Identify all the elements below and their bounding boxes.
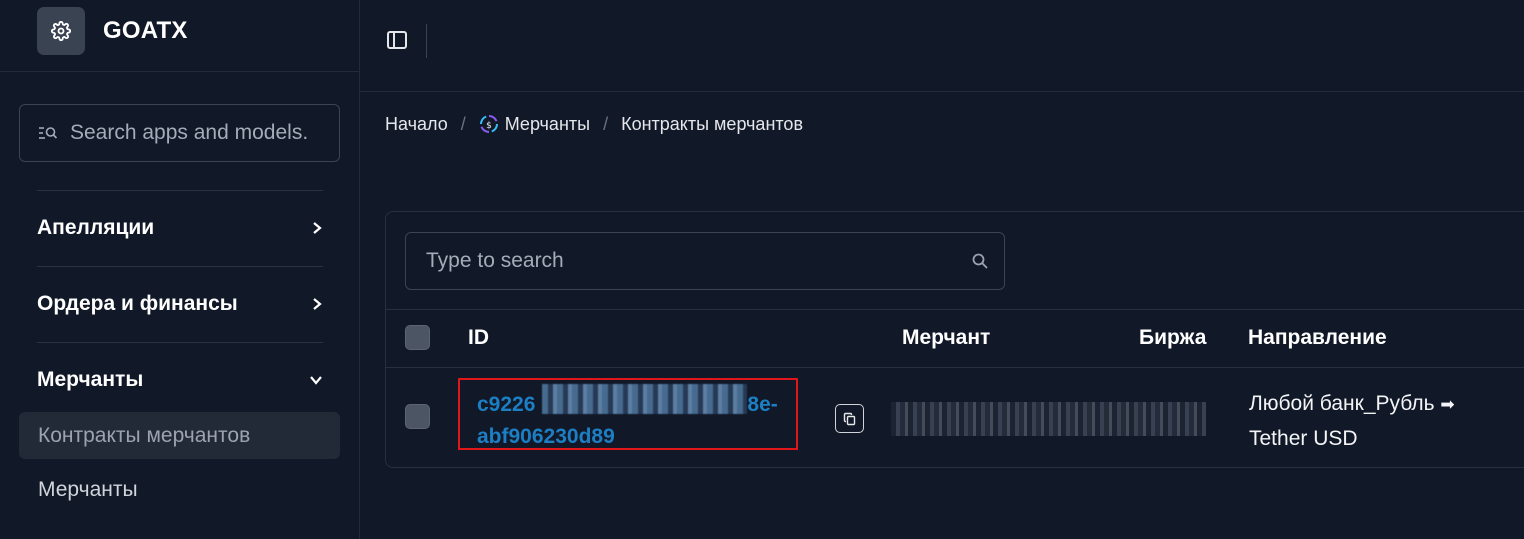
breadcrumb-separator: /: [460, 113, 466, 134]
row-checkbox[interactable]: [405, 404, 430, 429]
redacted-id-segment: [542, 384, 747, 414]
breadcrumb-separator: /: [603, 113, 609, 134]
sidebar-toggle-button[interactable]: [386, 29, 408, 51]
contract-id-start: c9226: [477, 393, 536, 416]
highlight-box: c9226 8e-abf906230d89: [458, 378, 798, 450]
column-header-direction[interactable]: Направление: [1248, 326, 1387, 350]
topbar-divider: [426, 24, 427, 58]
breadcrumb-current: Контракты мерчантов: [621, 113, 804, 134]
sidebar-group-label: Апелляции: [37, 216, 155, 239]
table-search-input[interactable]: Type to search: [405, 232, 1005, 290]
table-header-divider: [386, 309, 1524, 310]
merchant-contracts-table: Type to search ID Мерчант Биржа Направле…: [385, 211, 1524, 468]
table-search-placeholder: Type to search: [426, 249, 564, 272]
search-list-icon: [39, 127, 58, 139]
sidebar-search-placeholder: Search apps and models.: [70, 121, 309, 144]
copy-id-button[interactable]: [835, 404, 864, 433]
divider: [37, 342, 323, 343]
sidebar-item-merchant-contracts[interactable]: Контракты мерчантов: [19, 412, 340, 459]
app: GOATX Search apps and models. Апелляции …: [0, 0, 1524, 539]
sidebar: GOATX Search apps and models. Апелляции …: [0, 0, 360, 539]
column-header-merchant[interactable]: Мерчант: [902, 326, 990, 350]
table-row-divider: [386, 367, 1524, 368]
sidebar-group-merchants[interactable]: Мерчанты: [37, 360, 323, 400]
topbar: [360, 0, 1524, 92]
contract-id-end: abf906230d89: [477, 425, 615, 448]
direction-from: Любой банк_Рубль: [1249, 392, 1435, 415]
divider: [37, 190, 323, 191]
brand: GOATX: [0, 0, 359, 72]
merchant-coin-icon: $: [479, 114, 498, 134]
brand-logo[interactable]: [37, 6, 85, 55]
arrow-right-icon: ➡: [1440, 395, 1455, 415]
svg-text:$: $: [486, 121, 492, 131]
column-header-id[interactable]: ID: [468, 326, 489, 350]
column-header-exchange[interactable]: Биржа: [1139, 326, 1206, 350]
direction-to: Tether USD: [1249, 427, 1358, 450]
contract-id-mid: 8e-: [747, 393, 778, 416]
select-all-checkbox[interactable]: [405, 325, 430, 350]
direction-cell: Любой банк_Рубль ➡ Tether USD: [1249, 387, 1524, 455]
sidebar-toggle-icon: [387, 31, 407, 49]
sidebar-search-input[interactable]: Search apps and models.: [19, 104, 340, 162]
redacted-merchant-cell: [891, 402, 1206, 436]
copy-icon: [843, 412, 855, 425]
breadcrumb-merchants-label: Мерчанты: [504, 113, 591, 134]
chevron-right-icon: [313, 222, 322, 234]
sidebar-group-label: Ордера и финансы: [37, 292, 238, 315]
brand-name: GOATX: [103, 16, 188, 44]
breadcrumb-home[interactable]: Начало: [385, 114, 448, 135]
sidebar-group-orders[interactable]: Ордера и финансы: [37, 284, 323, 324]
sidebar-item-merchants[interactable]: Мерчанты: [19, 466, 340, 513]
gear-icon: [51, 20, 71, 41]
breadcrumb-merchants[interactable]: $ Мерчанты: [479, 114, 590, 135]
sidebar-group-label: Мерчанты: [37, 368, 144, 391]
divider: [37, 266, 323, 267]
search-icon: [972, 253, 988, 269]
chevron-down-icon: [310, 376, 322, 385]
sidebar-group-appeals[interactable]: Апелляции: [37, 208, 323, 248]
breadcrumb: Начало / $ Мерчанты / Контракты мерчанто…: [385, 112, 803, 136]
chevron-right-icon: [313, 298, 322, 310]
